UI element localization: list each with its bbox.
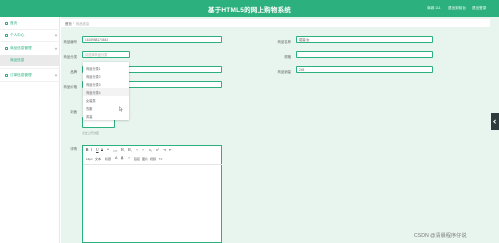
upload-tip: 点击上传封面 [82,131,99,135]
sidebar-divider [0,81,60,82]
label-goods-category: 商品分类 [63,55,77,59]
rich-text-editor[interactable]: B I U S ❝ </> H₁ H₂ ≡ ≡ x₂ x² ⇥ ⇤ 14px 文… [82,145,222,243]
goods-name-input[interactable]: 裙装/女 [296,36,433,43]
sidebar-item-label: 商品信息管理 [10,45,32,50]
heading2-button[interactable]: H₂ [128,148,132,152]
strike-button[interactable]: S [101,148,103,152]
dropdown-option[interactable]: 女装类 [83,96,129,104]
quote-icon[interactable]: ❝ [107,148,109,152]
label-price: 商品价格 [63,85,77,89]
sales-input[interactable]: 245 [296,66,433,73]
sidebar-subitem-label: 商品信息 [10,58,25,62]
clear-format-button[interactable]: Tx [159,157,162,161]
sidebar-item-profile[interactable]: 个人中心 [0,30,60,40]
sidebar-item-label: 首页 [10,20,18,25]
app-title: 基于HTML5的网上购物系统 [208,7,291,14]
code-icon[interactable]: </> [113,149,117,153]
order-icon [5,73,8,77]
bullet-list-icon[interactable]: ≡ [142,148,144,152]
breadcrumb: 首页 / 商品信息 [61,19,490,27]
label-cover-image: 封面 [70,110,77,114]
dropdown-option[interactable]: 商品分类3 [83,80,129,88]
sidebar-divider [0,68,60,69]
outdent-icon[interactable]: ⇤ [169,148,172,152]
superscript-button[interactable]: x² [156,148,159,152]
label-brand: 品牌 [70,70,77,74]
video-button[interactable]: 视频 [150,157,156,161]
label-spec: 规格 [284,55,291,59]
font-color-button[interactable]: A [115,156,117,160]
dropdown-option[interactable]: 商品分类1 [83,64,129,72]
image-button[interactable]: 图片 [142,157,148,161]
chevron-up-icon [54,47,58,51]
goods-code-input[interactable]: 1618988174643 [82,36,222,43]
sidebar-item-label: 个人中心 [10,32,25,37]
heading1-button[interactable]: H₁ [121,148,125,152]
align-icon[interactable]: ≡ [128,156,130,160]
editor-toolbar: B I U S ❝ </> H₁ H₂ ≡ ≡ x₂ x² ⇥ ⇤ 14px 文… [83,146,222,165]
chevron-down-icon [54,73,58,77]
sidebar-item-home[interactable]: 首页 [0,18,60,28]
sidebar-item-goods[interactable]: 商品信息管理 [0,43,60,53]
label-goods-name: 商品名称 [277,40,291,44]
subscript-button[interactable]: x₂ [149,148,152,152]
bold-button[interactable]: B [86,148,88,152]
underline-button[interactable]: U [96,148,99,152]
label-sales: 商品销量 [277,70,291,74]
home-icon [5,21,8,25]
dropdown-option[interactable]: 商品分类2 [83,72,129,80]
nav-link-logout[interactable]: 退出登录 [472,6,486,11]
dropdown-option[interactable]: 男装 [83,112,129,120]
paragraph-select[interactable]: 文本 [95,157,101,161]
sidebar-divider [0,41,60,42]
italic-button[interactable]: I [91,148,92,152]
indent-icon[interactable]: ⇥ [163,148,166,152]
category-select[interactable]: 请选择商品分类 [82,51,130,58]
font-size-select[interactable]: 14px [86,157,93,161]
ordered-list-icon[interactable]: ≡ [136,148,138,152]
dropdown-option[interactable]: 商品分类4 [83,88,129,96]
nav-link-front[interactable]: 退出到前台 [448,6,466,11]
breadcrumb-current: 商品信息 [75,21,90,26]
label-goods-code: 商品编号 [63,40,77,44]
chevron-down-icon [54,33,58,37]
mouse-cursor-icon [119,106,123,112]
spec-input[interactable] [296,51,433,58]
link-button[interactable]: 链接 [134,157,140,161]
top-header-bar: 基于HTML5的网上购物系统 商城 111 退出到前台 退出登录 [0,0,499,17]
sidebar-item-orders[interactable]: 订单信息管理 [0,70,60,80]
side-panel-toggle[interactable] [491,113,499,130]
sidebar-subitem-goods-info[interactable]: 商品信息 [0,55,60,66]
breadcrumb-separator: / [73,21,75,25]
grid-icon [5,46,8,50]
label-detail: 详情 [70,147,77,151]
breadcrumb-home[interactable]: 首页 [65,21,72,26]
heading-select[interactable]: 标题 [105,157,111,161]
sidebar-item-label: 订单信息管理 [10,72,32,77]
nav-link-user[interactable]: 商城 111 [427,6,441,11]
watermark: CSDN @清晨程序仔说 [414,233,467,239]
user-icon [5,33,8,37]
background-color-button[interactable]: A [121,156,124,160]
chevron-left-icon [493,118,498,123]
